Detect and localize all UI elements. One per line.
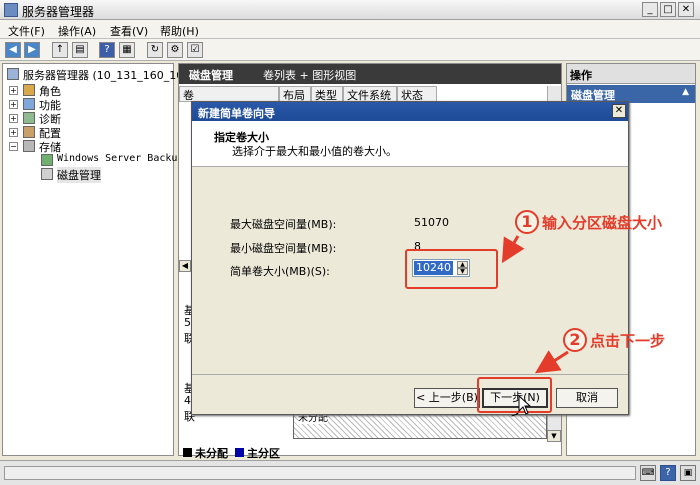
mouse-cursor-icon <box>518 395 532 415</box>
annotation-arrow-1 <box>501 235 525 264</box>
help-icon[interactable]: ? <box>660 465 676 481</box>
tray-icon[interactable]: ▣ <box>680 465 696 481</box>
annotation-arrows <box>501 235 569 374</box>
status-bar: ⌨ ? ▣ <box>0 460 700 485</box>
status-text-area <box>4 466 636 480</box>
keyboard-icon[interactable]: ⌨ <box>640 465 656 481</box>
annotation-arrow-2 <box>534 350 569 374</box>
